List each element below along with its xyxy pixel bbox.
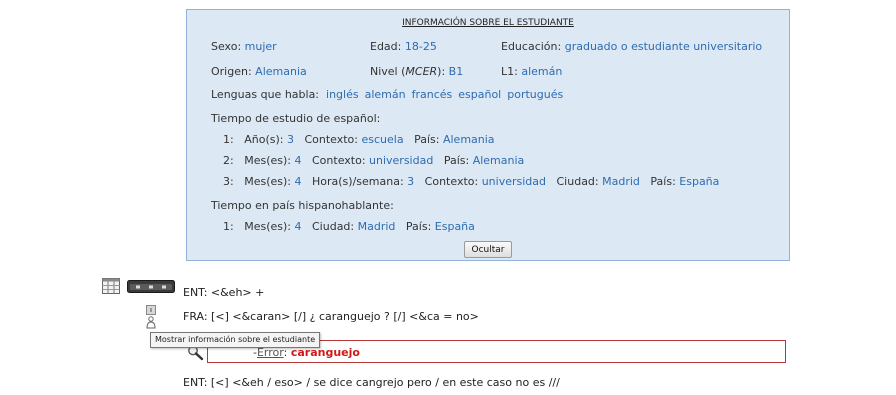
tiempo-estudio-heading: Tiempo de estudio de español: <box>211 112 381 125</box>
pais-row-1: 1: Mes(es): 4 Ciudad: Madrid País: Españ… <box>223 220 475 233</box>
transcript-line-fra: FRA: [<] <&caran> [/] ¿ caranguejo ? [/]… <box>183 310 479 323</box>
sexo-label: Sexo: <box>211 40 242 53</box>
estudio-num: 2: <box>223 154 234 167</box>
estudio-row-3: 3: Mes(es): 4 Hora(s)/semana: 3 Contexto… <box>223 175 719 188</box>
pais-dur-label: Mes(es): <box>244 220 291 233</box>
sexo-field: Sexo: mujer <box>211 40 277 53</box>
lenguas-label: Lenguas que habla: <box>211 88 320 101</box>
lengua-item: español <box>458 88 502 101</box>
estudio-dur-label: Mes(es): <box>244 154 291 167</box>
edad-field: Edad: 18-25 <box>370 40 437 53</box>
pais-dur-value: 4 <box>294 220 302 233</box>
person-info-icon[interactable] <box>144 305 158 329</box>
pais-ciudad-label: Ciudad: <box>312 220 355 233</box>
pais-pais-label: País: <box>405 220 432 233</box>
pais-pais-value: España <box>434 220 475 233</box>
table-icon[interactable] <box>102 278 120 294</box>
estudio-pais-label: País: <box>443 154 470 167</box>
origen-label: Origen: <box>211 65 252 78</box>
l1-label: L1: <box>501 65 518 78</box>
estudio-num: 3: <box>223 175 234 188</box>
estudio-dur-value: 4 <box>294 154 302 167</box>
estudio-pais-value: Alemania <box>442 133 495 146</box>
estudio-dur-label: Mes(es): <box>244 175 291 188</box>
estudio-ciudad-value: Madrid <box>602 175 640 188</box>
l1-value: alemán <box>521 65 563 78</box>
lengua-item: francés <box>411 88 453 101</box>
transcript-line-ent-2: ENT: [<] <&eh / eso> / se dice cangrejo … <box>183 376 560 389</box>
estudio-pais-value: Alemania <box>472 154 525 167</box>
lengua-item: alemán <box>364 88 406 101</box>
edad-label: Edad: <box>370 40 402 53</box>
estudio-row-1: 1: Año(s): 3 Contexto: escuela País: Ale… <box>223 133 495 146</box>
origen-value: Alemania <box>255 65 307 78</box>
estudio-contexto-value: escuela <box>361 133 404 146</box>
estudio-ciudad-label: Ciudad: <box>556 175 599 188</box>
estudio-contexto-value: universidad <box>369 154 434 167</box>
origen-field: Origen: Alemania <box>211 65 307 78</box>
pais-ciudad-value: Madrid <box>357 220 396 233</box>
educacion-value: graduado o estudiante universitario <box>564 40 763 53</box>
estudio-horas-label: Hora(s)/semana: <box>312 175 404 188</box>
nivel-field: Nivel (MCER): B1 <box>370 65 463 78</box>
estudio-contexto-label: Contexto: <box>424 175 479 188</box>
estudio-pais-value: España <box>679 175 720 188</box>
pais-num: 1: <box>223 220 234 233</box>
lengua-item: inglés <box>326 88 359 101</box>
keyboard-icon[interactable] <box>127 280 175 293</box>
estudio-horas-value: 3 <box>407 175 415 188</box>
lenguas-field: Lenguas que habla: inglés alemán francés es… <box>211 88 569 101</box>
tiempo-pais-heading: Tiempo en país hispanohablante: <box>211 199 394 212</box>
hide-button[interactable]: Ocultar <box>464 241 512 258</box>
estudio-num: 1: <box>223 133 234 146</box>
estudio-dur-value: 4 <box>294 175 302 188</box>
edad-value: 18-25 <box>404 40 437 53</box>
tooltip-student-info: Mostrar información sobre el estudiante <box>150 332 321 348</box>
l1-field: L1: alemán <box>501 65 562 78</box>
lengua-item: portugués <box>507 88 564 101</box>
student-info-title: INFORMACIÓN SOBRE EL ESTUDIANTE <box>402 18 574 28</box>
educacion-label: Educación: <box>501 40 562 53</box>
estudio-dur-value: 3 <box>286 133 294 146</box>
nivel-label: Nivel (MCER): <box>370 65 446 78</box>
sexo-value: mujer <box>244 40 277 53</box>
transcript-line-ent-1: ENT: <&eh> + <box>183 286 265 299</box>
nivel-value: B1 <box>448 65 464 78</box>
estudio-row-2: 2: Mes(es): 4 Contexto: universidad País… <box>223 154 524 167</box>
educacion-field: Educación: graduado o estudiante univers… <box>501 40 762 53</box>
estudio-pais-label: País: <box>414 133 440 146</box>
estudio-contexto-value: universidad <box>481 175 546 188</box>
estudio-contexto-label: Contexto: <box>304 133 358 146</box>
estudio-dur-label: Año(s): <box>244 133 284 146</box>
student-info-panel: INFORMACIÓN SOBRE EL ESTUDIANTE Sexo: mu… <box>186 9 790 261</box>
estudio-contexto-label: Contexto: <box>312 154 366 167</box>
estudio-pais-label: País: <box>650 175 676 188</box>
